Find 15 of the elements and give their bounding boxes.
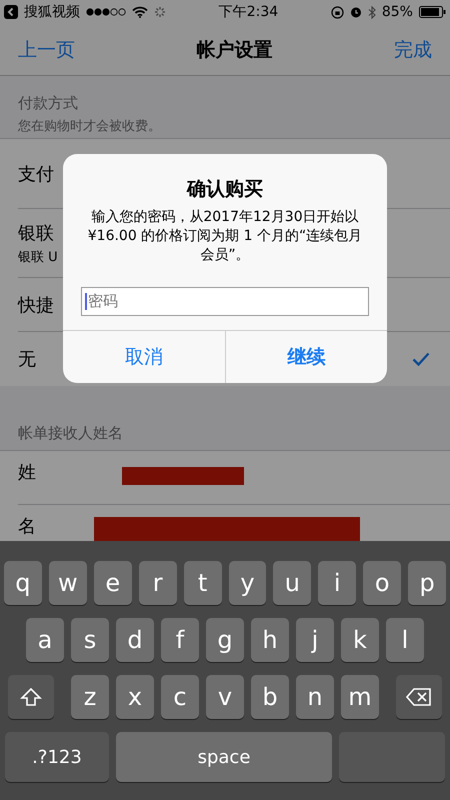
option-label: 快捷 (18, 294, 54, 316)
battery-percent: 85% (382, 4, 413, 20)
clock-time: 下午2:34 (218, 3, 278, 21)
section-title: 帐单接收人姓名 (18, 424, 123, 442)
option-label: 银联 (18, 222, 55, 244)
page-title: 帐户设置 (196, 38, 272, 62)
option-label: 支付 (18, 162, 54, 186)
section-note: 您在购物时才会被收费。 (18, 118, 162, 135)
dialog-title: 确认购买 (187, 177, 263, 202)
option-sublabel: 银联 U (18, 248, 58, 266)
field-label: 姓 (18, 463, 36, 483)
dialog-message: 输入您的密码，从2017年12月30日开始以 ¥16.00 的价格订阅为期 1 个月的“连续包月会员”。 (86, 208, 364, 265)
option-label: 无 (18, 348, 36, 371)
field-label: 名 (18, 517, 36, 537)
section-title: 付款方式 (18, 94, 79, 113)
